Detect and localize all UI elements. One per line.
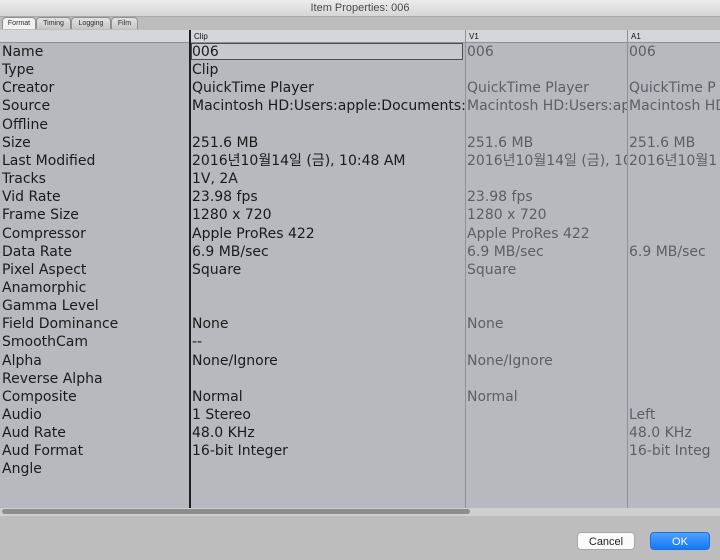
v1-value-cell: 23.98 fps xyxy=(467,189,533,205)
property-label: Offline xyxy=(2,117,48,133)
property-label: Pixel Aspect xyxy=(2,262,87,278)
property-label: SmoothCam xyxy=(2,334,89,350)
name-edit-field[interactable] xyxy=(191,43,463,60)
a1-value-cell: Left xyxy=(629,407,656,423)
tab-timing[interactable]: Timing xyxy=(36,17,71,29)
property-label: Type xyxy=(2,62,35,78)
clip-column: 006 Clip QuickTime Player Macintosh HD:User… xyxy=(191,30,465,508)
property-label: Composite xyxy=(2,389,77,405)
property-label: Frame Size xyxy=(2,207,79,223)
clip-value-cell: 48.0 KHz xyxy=(192,425,255,441)
property-label: Aud Format xyxy=(2,443,84,459)
clip-value-cell[interactable]: 006 xyxy=(192,43,219,61)
tab-format[interactable]: Format xyxy=(2,17,36,29)
clip-value-cell: 2016년10월14일 (금), 10:48 AM xyxy=(192,153,406,169)
clip-value-cell: Normal xyxy=(192,389,243,405)
v1-value-cell: QuickTime Player xyxy=(467,80,589,96)
v1-value-cell: 6.9 MB/sec xyxy=(467,244,544,260)
clip-value-cell: Apple ProRes 422 xyxy=(192,226,315,242)
v1-value-cell: 1280 x 720 xyxy=(467,207,547,223)
property-label: Aud Rate xyxy=(2,425,66,441)
property-label: Name xyxy=(2,44,44,60)
property-label: Compressor xyxy=(2,226,86,242)
property-label: Last Modified xyxy=(2,153,96,169)
tab-bar: Format Timing Logging Film xyxy=(0,16,720,30)
clip-value-cell: None/Ignore xyxy=(192,353,278,369)
property-label: Vid Rate xyxy=(2,189,61,205)
property-label: Creator xyxy=(2,80,55,96)
clip-value-cell: 16-bit Integer xyxy=(192,443,288,459)
property-label: Size xyxy=(2,135,31,151)
property-label: Audio xyxy=(2,407,42,423)
property-label: Field Dominance xyxy=(2,316,119,332)
tab-film[interactable]: Film xyxy=(111,17,138,29)
property-label: Gamma Level xyxy=(2,298,99,314)
v1-value-cell: None/Ignore xyxy=(467,353,553,369)
clip-value-cell: Clip xyxy=(192,62,219,78)
v1-value-cell: Normal xyxy=(467,389,518,405)
window-title: Item Properties: 006 xyxy=(0,0,720,17)
clip-value-cell: 1280 x 720 xyxy=(192,207,272,223)
horizontal-scrollbar[interactable] xyxy=(0,508,720,516)
properties-table: Clip V1 A1 Name Type Creator Source Offline S… xyxy=(0,30,720,508)
a1-column: 006 QuickTime P Macintosh HD: 251.6 MB 2016년… xyxy=(628,30,720,508)
property-label: Source xyxy=(2,98,51,114)
a1-value-cell: 251.6 MB xyxy=(629,135,696,151)
clip-value-cell: -- xyxy=(192,334,203,350)
property-label: Alpha xyxy=(2,353,42,369)
a1-value-cell: Macintosh HD: xyxy=(629,98,720,114)
property-label: Data Rate xyxy=(2,244,72,260)
clip-value-cell: Macintosh HD:Users:apple:Documents:01 xyxy=(192,98,465,114)
v1-column: 006 QuickTime Player Macintosh HD:Users:ap… xyxy=(466,30,627,508)
a1-value-cell: 2016년10월1 xyxy=(629,153,718,169)
a1-value-cell: 48.0 KHz xyxy=(629,425,692,441)
v1-value-cell: 2016년10월14일 (금), 10: xyxy=(467,153,627,169)
property-label: Angle xyxy=(2,461,42,477)
clip-value-cell: 6.9 MB/sec xyxy=(192,244,269,260)
property-label: Tracks xyxy=(2,171,46,187)
v1-value-cell: Macintosh HD:Users:apple: xyxy=(467,98,627,114)
v1-value-cell: None xyxy=(467,316,504,332)
clip-value-cell: Square xyxy=(192,262,242,278)
v1-value-cell: 251.6 MB xyxy=(467,135,534,151)
a1-value-cell: 6.9 MB/sec xyxy=(629,244,706,260)
a1-value-cell: 006 xyxy=(629,44,656,60)
scrollbar-thumb[interactable] xyxy=(2,509,470,514)
v1-value-cell: Square xyxy=(467,262,517,278)
clip-value-cell: 23.98 fps xyxy=(192,189,258,205)
a1-value-cell: 16-bit Integ xyxy=(629,443,711,459)
property-label: Anamorphic xyxy=(2,280,87,296)
cancel-button[interactable]: Cancel xyxy=(577,532,635,550)
v1-value-cell: 006 xyxy=(467,44,494,60)
a1-value-cell: QuickTime P xyxy=(629,80,716,96)
clip-value-cell: 251.6 MB xyxy=(192,135,259,151)
v1-value-cell: Apple ProRes 422 xyxy=(467,226,590,242)
tab-logging[interactable]: Logging xyxy=(71,17,111,29)
clip-value-cell: None xyxy=(192,316,229,332)
clip-value-cell: 1 Stereo xyxy=(192,407,251,423)
ok-button[interactable]: OK xyxy=(650,532,710,550)
property-label: Reverse Alpha xyxy=(2,371,103,387)
clip-value-cell: QuickTime Player xyxy=(192,80,314,96)
clip-value-cell: 1V, 2A xyxy=(192,171,238,187)
